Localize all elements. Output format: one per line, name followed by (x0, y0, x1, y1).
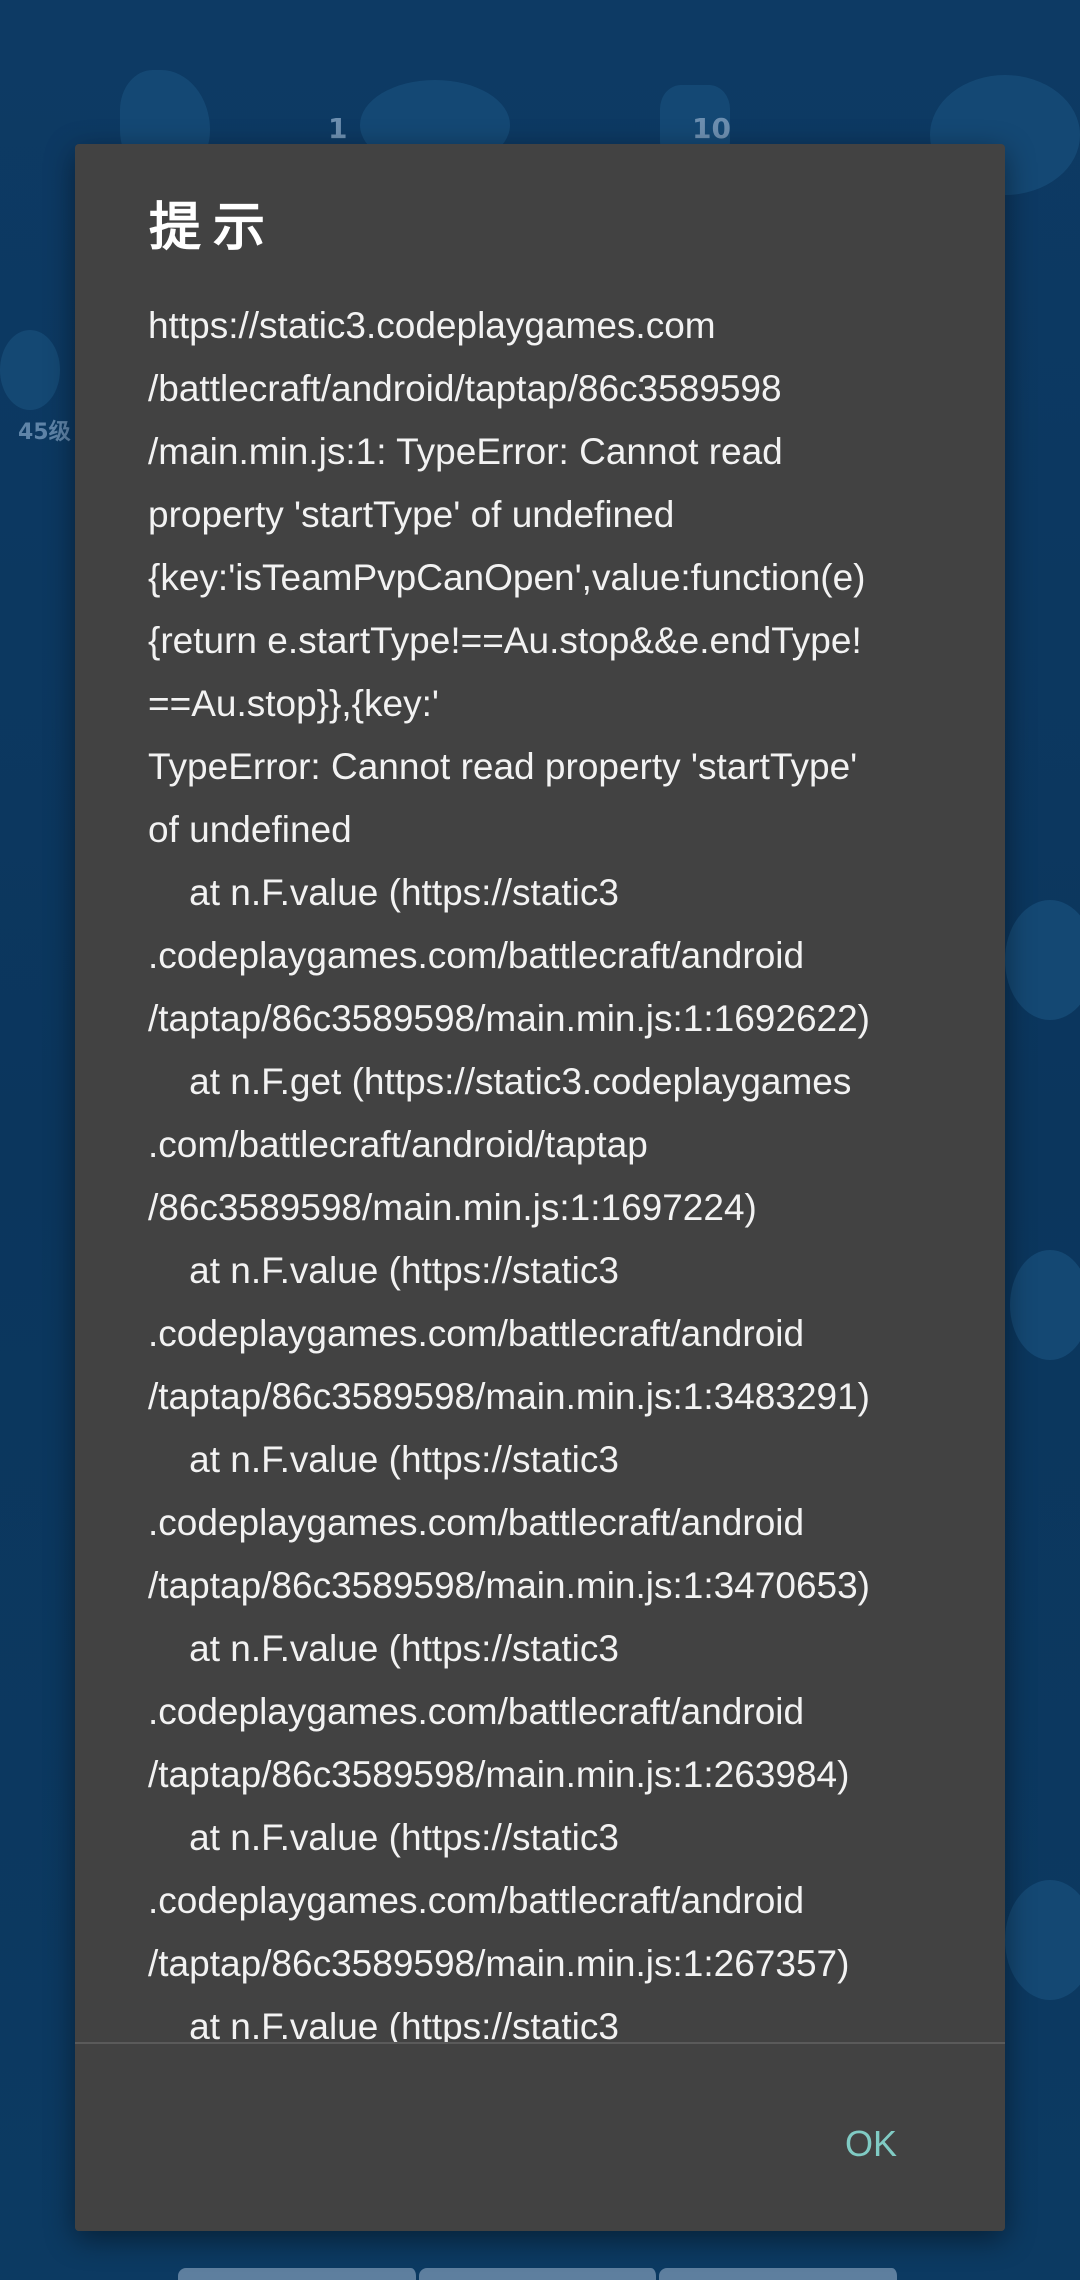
dialog-message[interactable]: https://static3.codeplaygames.com /battl… (148, 294, 948, 2184)
ok-button[interactable]: OK (841, 2114, 901, 2174)
background-decoration (1010, 1250, 1080, 1360)
level-label: 45级 (18, 420, 71, 445)
dialog-title: 提示 (149, 197, 278, 258)
bottom-tab-bar (178, 2268, 901, 2280)
background-decoration (1005, 900, 1080, 1020)
background-number: 1 (328, 112, 348, 145)
dialog-button-bar: OK (75, 2044, 1005, 2231)
background-decoration (0, 330, 60, 410)
bottom-tab (659, 2268, 901, 2280)
bottom-tab (418, 2268, 660, 2280)
bottom-tab (178, 2268, 419, 2280)
error-dialog: 提示 https://static3.codeplaygames.com /ba… (75, 144, 1005, 2231)
background-number: 10 (692, 112, 731, 145)
background-decoration (1005, 1880, 1080, 2000)
